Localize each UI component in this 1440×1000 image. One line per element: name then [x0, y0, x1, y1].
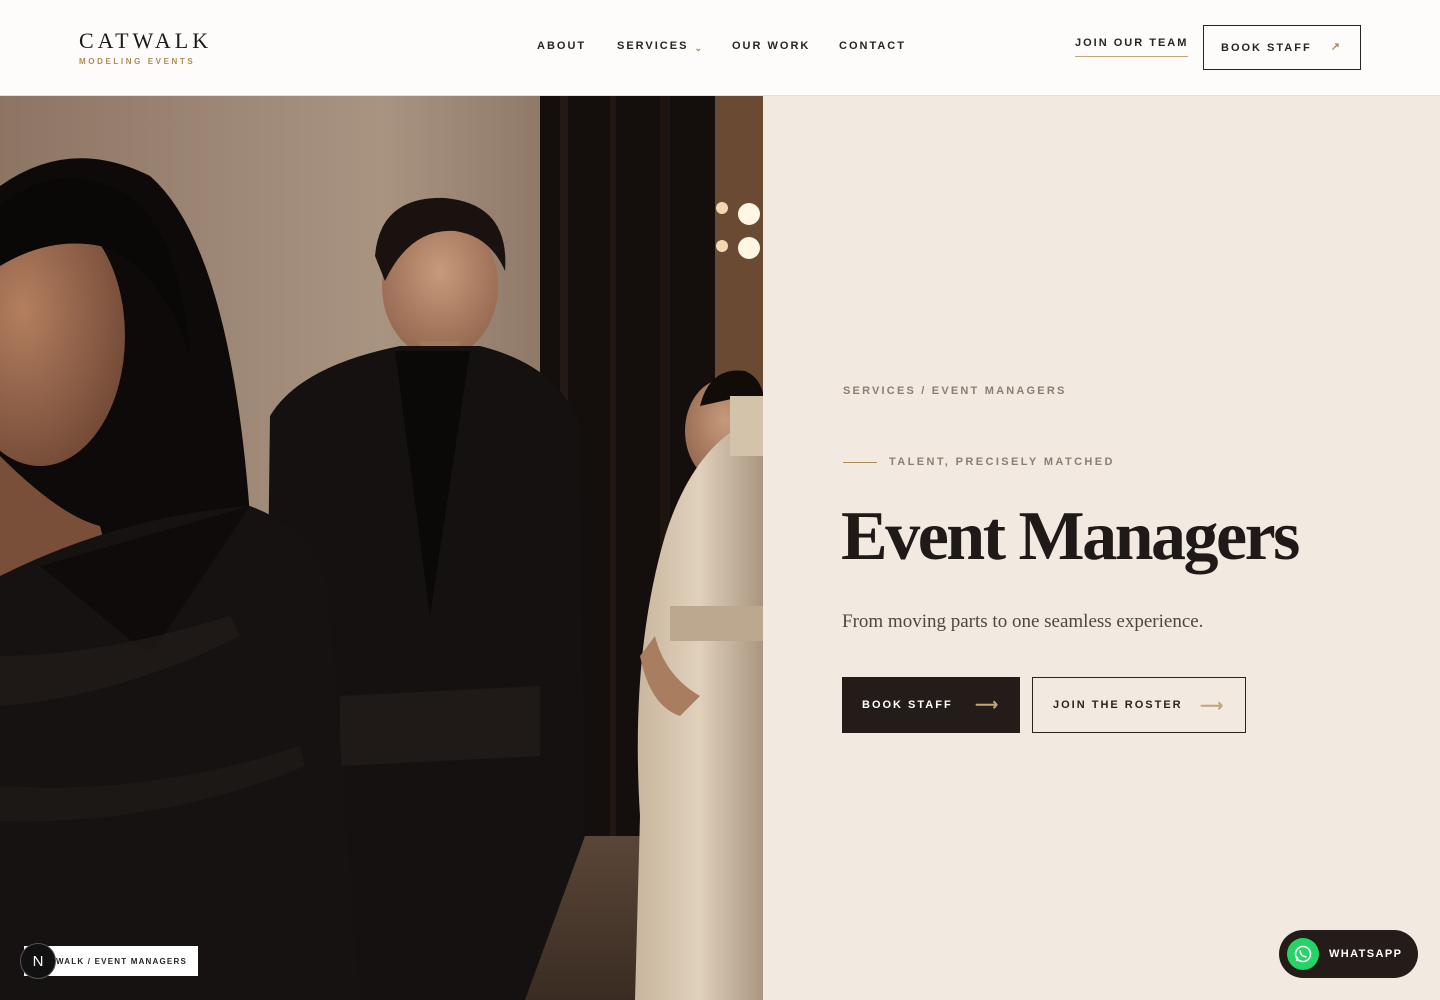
dev-badge[interactable]: N: [20, 943, 56, 979]
book-staff-header-label: BOOK STAFF: [1221, 41, 1312, 54]
eyebrow-text: TALENT, PRECISELY MATCHED: [889, 456, 1115, 468]
book-staff-label: BOOK STAFF: [862, 699, 953, 711]
nav-item-our-work[interactable]: OUR WORK: [732, 40, 810, 52]
nav-item-services[interactable]: SERVICES ⌄: [617, 40, 704, 53]
whatsapp-button[interactable]: WHATSAPP: [1279, 930, 1418, 978]
book-staff-header-button[interactable]: BOOK STAFF ↗: [1203, 25, 1361, 70]
brand-logo[interactable]: CATWALK MODELING EVENTS: [79, 28, 213, 67]
nav-item-contact[interactable]: CONTACT: [839, 40, 906, 52]
whatsapp-icon: [1287, 938, 1319, 970]
brand-tagline: MODELING EVENTS: [79, 57, 196, 66]
chevron-down-icon: ⌄: [694, 43, 704, 53]
whatsapp-label: WHATSAPP: [1329, 948, 1403, 960]
page-subtitle: From moving parts to one seamless experi…: [842, 611, 1204, 632]
join-our-team-link[interactable]: JOIN OUR TEAM: [1075, 37, 1189, 57]
nav-item-services-label: SERVICES: [617, 40, 689, 52]
site-header: CATWALK MODELING EVENTS ABOUT SERVICES ⌄ …: [0, 0, 1440, 96]
eyebrow-divider: [843, 461, 877, 463]
arrow-right-icon: ⟶: [975, 697, 1000, 714]
join-roster-button[interactable]: JOIN THE ROSTER ⟶: [1032, 677, 1246, 733]
hero-image: [0, 96, 763, 1000]
book-staff-button[interactable]: BOOK STAFF ⟶: [842, 677, 1020, 733]
hero-photo-illustration: [0, 96, 763, 1000]
arrow-up-right-icon: ↗: [1330, 41, 1342, 53]
hero-content-panel: SERVICES / EVENT MANAGERS TALENT, PRECIS…: [763, 96, 1440, 1000]
hero-eyebrow: TALENT, PRECISELY MATCHED: [843, 456, 1115, 468]
breadcrumb: SERVICES / EVENT MANAGERS: [843, 385, 1067, 397]
nav-item-about[interactable]: ABOUT: [537, 40, 586, 52]
join-roster-label: JOIN THE ROSTER: [1053, 699, 1183, 711]
arrow-right-icon: ⟶: [1200, 698, 1225, 715]
page-title: Event Managers: [841, 498, 1300, 575]
brand-name: CATWALK: [79, 28, 213, 53]
